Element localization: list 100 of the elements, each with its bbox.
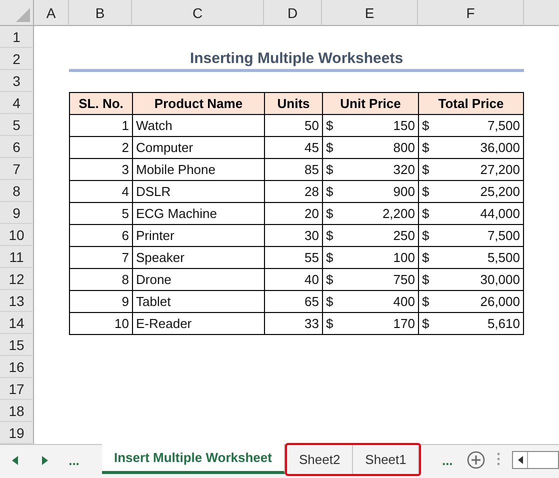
column-header[interactable]: F	[418, 0, 524, 26]
table-cell: 8	[70, 269, 132, 290]
table-cell: 5,500	[487, 250, 520, 265]
table-cell: Printer	[133, 225, 264, 246]
table-cell: 36,000	[480, 140, 520, 155]
table-cell: 20	[265, 203, 322, 224]
currency-symbol: $	[422, 250, 430, 265]
table-cell: 320	[393, 162, 415, 177]
table-cell: 4	[70, 181, 132, 202]
table-cell: 400	[393, 294, 415, 309]
table-cell: Watch	[133, 115, 264, 136]
currency-symbol: $	[326, 206, 334, 221]
table-cell: 45	[265, 137, 322, 158]
row-header[interactable]: 10	[0, 224, 34, 246]
table-cell: 7,500	[487, 118, 520, 133]
row-header[interactable]: 5	[0, 114, 34, 136]
table-cell: Speaker	[133, 247, 264, 268]
horizontal-scrollbar[interactable]	[512, 451, 559, 469]
table-cell: ECG Machine	[133, 203, 264, 224]
table-cell: 33	[265, 313, 322, 334]
table-cell: Computer	[133, 137, 264, 158]
table-cell: 44,000	[480, 206, 520, 221]
currency-symbol: $	[422, 316, 430, 331]
table-cell: 26,000	[480, 294, 520, 309]
row-header[interactable]: 18	[0, 400, 34, 422]
row-header[interactable]: 8	[0, 180, 34, 202]
sheet-title: Inserting Multiple Worksheets	[69, 48, 524, 72]
row-header[interactable]: 1	[0, 26, 34, 48]
table-cell: 100	[393, 250, 415, 265]
currency-symbol: $	[326, 118, 334, 133]
currency-symbol: $	[326, 250, 334, 265]
scroll-left-icon[interactable]	[518, 456, 523, 464]
currency-symbol: $	[326, 162, 334, 177]
row-header[interactable]: 13	[0, 290, 34, 312]
column-header[interactable]: C	[132, 0, 264, 26]
table-cell: 55	[265, 247, 322, 268]
table-cell: E-Reader	[133, 313, 264, 334]
row-header[interactable]: 3	[0, 70, 34, 92]
table-cell: 5,610	[487, 316, 520, 331]
add-sheet-icon[interactable]	[467, 451, 486, 469]
currency-symbol: $	[422, 184, 430, 199]
table-cell: 30	[265, 225, 322, 246]
currency-symbol: $	[326, 294, 334, 309]
currency-symbol: $	[326, 184, 334, 199]
currency-symbol: $	[326, 228, 334, 243]
currency-symbol: $	[422, 206, 430, 221]
currency-symbol: $	[422, 118, 430, 133]
column-header[interactable]: B	[69, 0, 132, 26]
table-cell: 170	[393, 316, 415, 331]
table-cell: 27,200	[480, 162, 520, 177]
table-cell: 85	[265, 159, 322, 180]
currency-symbol: $	[326, 272, 334, 287]
table-cell: 50	[265, 115, 322, 136]
row-header[interactable]: 7	[0, 158, 34, 180]
row-header[interactable]: 9	[0, 202, 34, 224]
table-cell: 150	[393, 118, 415, 133]
table-cell: 7	[70, 247, 132, 268]
currency-symbol: $	[422, 228, 430, 243]
table-cell: 9	[70, 291, 132, 312]
table-cell: 2,200	[382, 206, 415, 221]
row-header[interactable]: 2	[0, 48, 34, 70]
table-cell: 2	[70, 137, 132, 158]
table-cell: 5	[70, 203, 132, 224]
drag-handle-icon[interactable]	[497, 452, 500, 466]
table-cell: Tablet	[133, 291, 264, 312]
currency-symbol: $	[326, 316, 334, 331]
more-sheets[interactable]: ...	[60, 445, 88, 475]
column-header[interactable]: E	[322, 0, 418, 26]
more-sheets[interactable]: ...	[433, 445, 462, 475]
table-cell: 30,000	[480, 272, 520, 287]
table-cell: 10	[70, 313, 132, 334]
column-heading: Total Price	[419, 93, 523, 114]
currency-symbol: $	[422, 294, 430, 309]
table-cell: 1	[70, 115, 132, 136]
column-header[interactable]: D	[264, 0, 322, 26]
table-cell: 750	[393, 272, 415, 287]
row-header[interactable]: 4	[0, 92, 34, 114]
table-cell: Drone	[133, 269, 264, 290]
sheet-tab[interactable]: Sheet1	[353, 445, 420, 474]
table-cell: 28	[265, 181, 322, 202]
row-header[interactable]: 12	[0, 268, 34, 290]
table-cell: 25,200	[480, 184, 520, 199]
table-cell: Mobile Phone	[133, 159, 264, 180]
column-heading: Unit Price	[323, 93, 418, 114]
row-header[interactable]: 11	[0, 246, 34, 268]
table-cell: 65	[265, 291, 322, 312]
row-header[interactable]: 14	[0, 312, 34, 334]
sheet-tab[interactable]: Insert Multiple Worksheet	[102, 444, 285, 474]
row-header[interactable]: 17	[0, 378, 34, 400]
column-header[interactable]: A	[34, 0, 69, 26]
currency-symbol: $	[422, 162, 430, 177]
row-header[interactable]: 16	[0, 356, 34, 378]
currency-symbol: $	[422, 272, 430, 287]
sheet-tab[interactable]: Sheet2	[286, 445, 354, 474]
row-header[interactable]: 6	[0, 136, 34, 158]
row-header[interactable]: 15	[0, 334, 34, 356]
table-cell: DSLR	[133, 181, 264, 202]
table-cell: 3	[70, 159, 132, 180]
row-header[interactable]: 19	[0, 422, 34, 444]
table-cell: 6	[70, 225, 132, 246]
